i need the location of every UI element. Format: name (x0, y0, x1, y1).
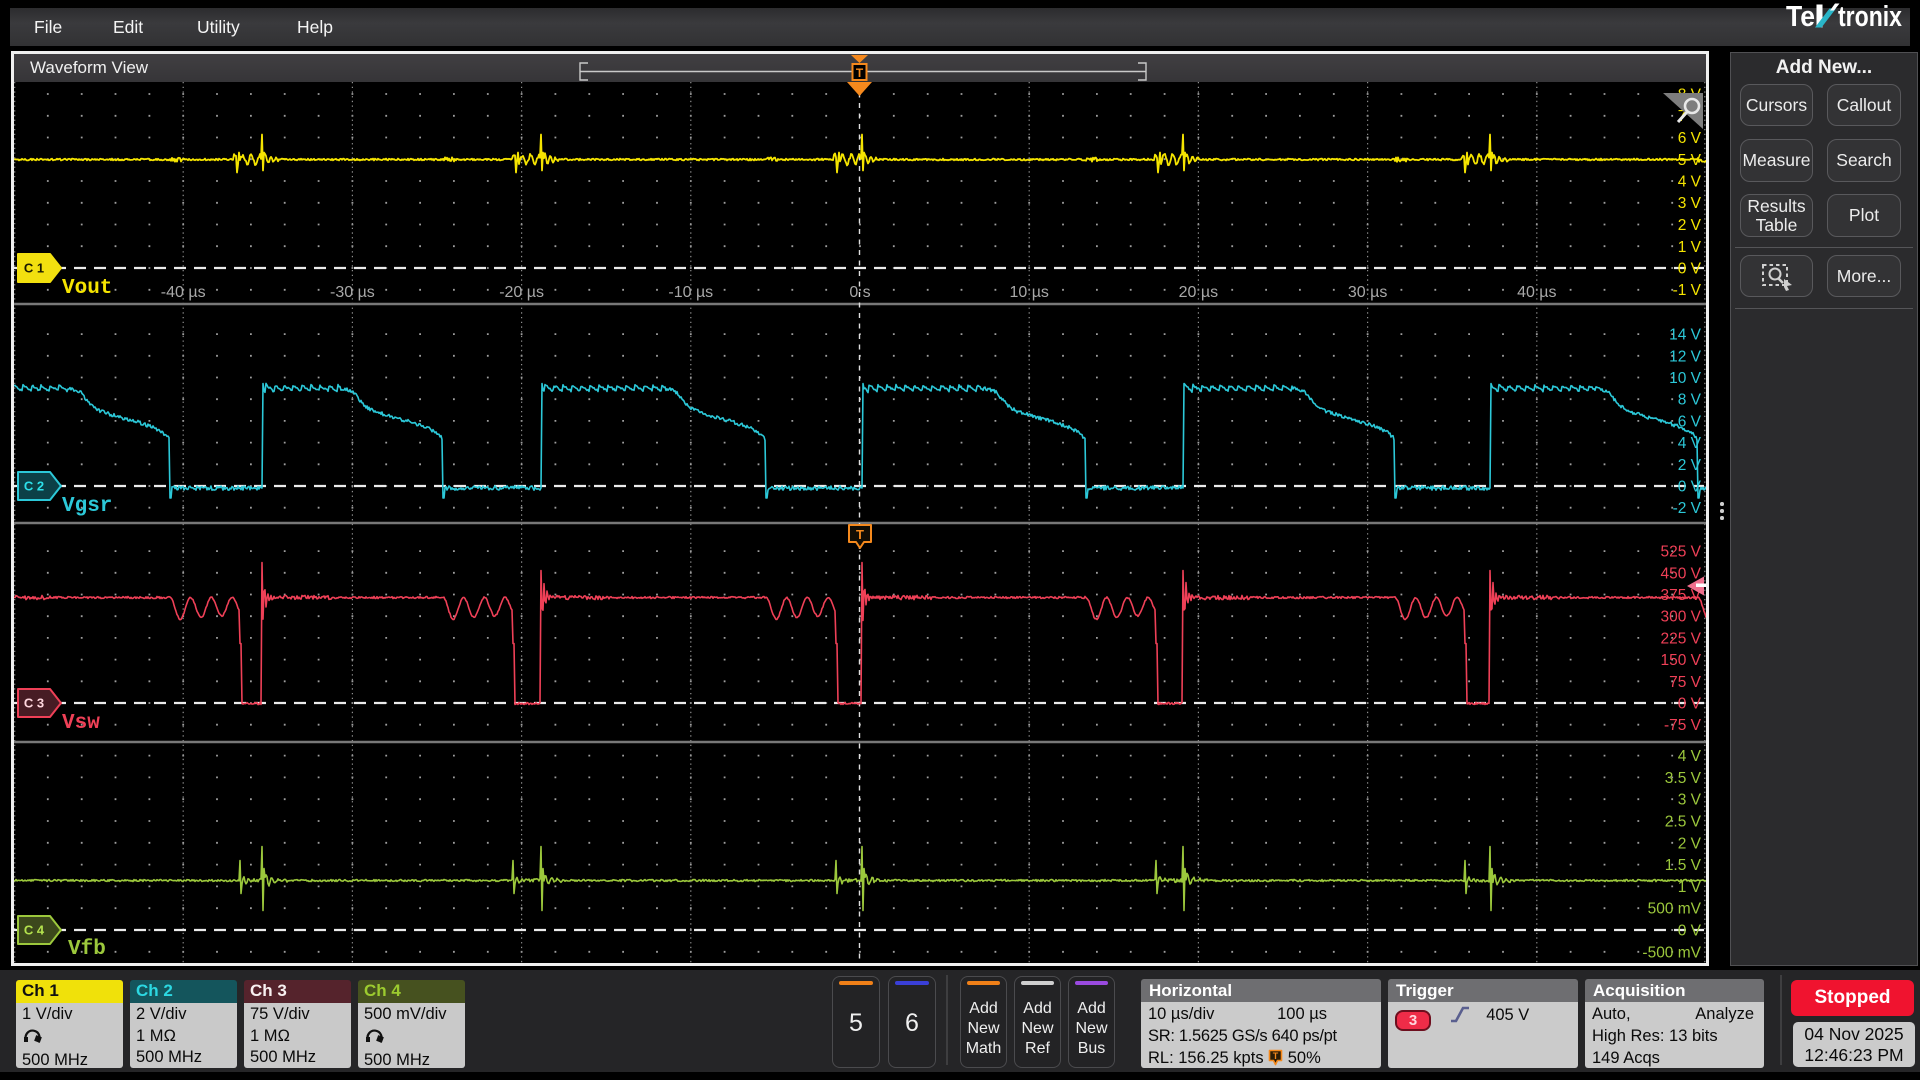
svg-text:5 V: 5 V (1678, 152, 1702, 169)
svg-text:C 1: C 1 (24, 261, 44, 276)
svg-text:3 V: 3 V (1678, 792, 1702, 809)
svg-text:6 V: 6 V (1678, 413, 1702, 430)
svg-text:-500 mV: -500 mV (1642, 944, 1701, 961)
svg-text:500 mV: 500 mV (1648, 901, 1702, 918)
svg-text:-2 V: -2 V (1673, 500, 1702, 517)
svg-text:2 V: 2 V (1678, 217, 1702, 234)
svg-text:30 µs: 30 µs (1348, 284, 1387, 301)
svg-text:10 V: 10 V (1669, 370, 1702, 387)
svg-text:150 V: 150 V (1660, 652, 1701, 669)
svg-text:0 V: 0 V (1678, 923, 1702, 940)
svg-text:4 V: 4 V (1678, 174, 1702, 191)
svg-text:-1 V: -1 V (1673, 282, 1702, 299)
svg-text:225 V: 225 V (1660, 630, 1701, 647)
svg-text:10 µs: 10 µs (1009, 284, 1048, 301)
svg-text:1.5 V: 1.5 V (1665, 857, 1702, 874)
svg-text:3 V: 3 V (1678, 195, 1702, 212)
svg-text:Vgsr: Vgsr (62, 495, 112, 518)
svg-text:4 V: 4 V (1678, 748, 1702, 765)
svg-text:tronix: tronix (1838, 2, 1902, 30)
svg-text:1 V: 1 V (1678, 879, 1702, 896)
svg-text:2 V: 2 V (1678, 457, 1702, 474)
svg-text:40 µs: 40 µs (1517, 284, 1556, 301)
svg-text:8 V: 8 V (1678, 392, 1702, 409)
svg-text:20 µs: 20 µs (1179, 284, 1218, 301)
svg-text:C 3: C 3 (24, 696, 44, 711)
svg-text:0 V: 0 V (1678, 479, 1702, 496)
svg-text:1 V: 1 V (1678, 239, 1702, 256)
svg-text:Vout: Vout (62, 277, 112, 300)
svg-text:C 4: C 4 (24, 923, 45, 938)
svg-text:-40 µs: -40 µs (161, 284, 206, 301)
svg-text:75 V: 75 V (1669, 674, 1702, 691)
svg-text:6 V: 6 V (1678, 130, 1702, 147)
svg-text:Vfb: Vfb (68, 938, 106, 961)
svg-text:4 V: 4 V (1678, 435, 1702, 452)
svg-text:3.5 V: 3.5 V (1665, 770, 1702, 787)
svg-text:T: T (1273, 1051, 1279, 1061)
svg-text:0 V: 0 V (1678, 696, 1702, 713)
svg-text:525 V: 525 V (1660, 544, 1701, 561)
svg-text:Te: Te (1786, 2, 1815, 30)
svg-text:T: T (856, 527, 864, 542)
svg-text:12 V: 12 V (1669, 348, 1702, 365)
svg-text:-10 µs: -10 µs (668, 284, 713, 301)
svg-text:T: T (856, 66, 864, 80)
svg-text:-20 µs: -20 µs (499, 284, 544, 301)
svg-text:450 V: 450 V (1660, 565, 1701, 582)
svg-text:300 V: 300 V (1660, 609, 1701, 626)
svg-text:C 2: C 2 (24, 479, 44, 494)
svg-text:14 V: 14 V (1669, 327, 1702, 344)
svg-text:0 V: 0 V (1678, 261, 1702, 278)
svg-text:2 V: 2 V (1678, 835, 1702, 852)
svg-text:Vsw: Vsw (62, 712, 100, 735)
svg-text:2.5 V: 2.5 V (1665, 814, 1702, 831)
svg-text:-30 µs: -30 µs (330, 284, 375, 301)
svg-text:-75 V: -75 V (1664, 717, 1702, 734)
